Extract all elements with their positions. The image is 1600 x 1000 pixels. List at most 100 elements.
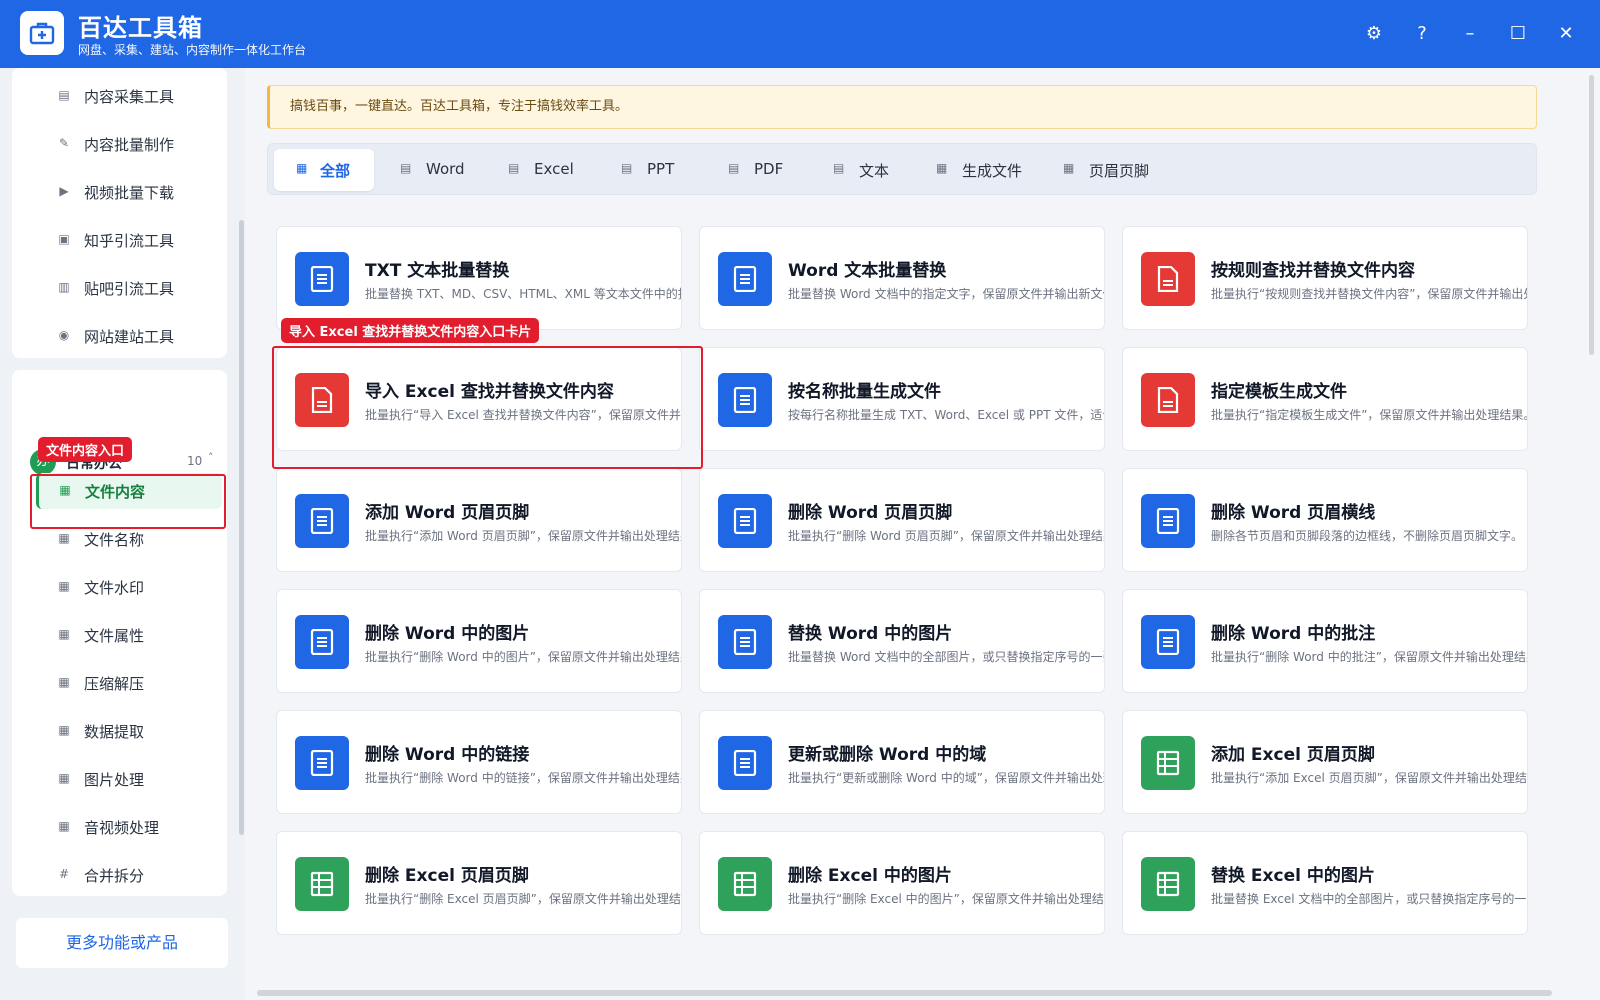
word-file-icon [718,373,772,427]
sidebar-annotation-tag: 文件内容入口 [38,437,133,462]
sidebar-highlight-box [30,474,226,529]
maximize-button[interactable]: ☐ [1504,20,1532,48]
sidebar-item-label: 内容采集工具 [84,88,175,106]
tab[interactable]: ▦ 全部 [274,149,374,191]
tool-card[interactable]: 删除 Excel 中的图片 批量执行“删除 Excel 中的图片”，保留原文件并输… [699,831,1105,935]
vertical-scrollbar[interactable] [1589,75,1594,355]
sidebar-item[interactable]: ▦ 文件水印 [26,569,216,605]
sidebar-item[interactable]: ▦ 压缩解压 [26,665,216,701]
close-button[interactable]: ✕ [1552,20,1580,48]
help-button[interactable]: ? [1408,20,1436,48]
word-file-icon [718,615,772,669]
tool-card[interactable]: 添加 Word 页眉页脚批量执行“添加 Word 页眉页脚”，保留原文件并输出处… [276,468,682,572]
excel-file-icon [1141,736,1195,790]
sidebar-item[interactable]: ▦ 音视频处理 [26,809,216,845]
tool-card[interactable]: 替换 Word 中的图片 批量替换 Word 文档中的全部图片，或只替换指定序号的… [699,589,1105,693]
card-description: 批量执行“更新或删除 Word 中的域”，保留原文件并输出处理结果 [788,771,1105,785]
tab[interactable]: ▤ PPT [621,149,701,191]
app-logo-icon [20,11,64,55]
word-file-icon [295,736,349,790]
card-title: 替换 Excel 中的图片 [1211,866,1375,886]
sidebar-item[interactable]: ✎ 内容批量制作 [26,126,216,162]
tool-card[interactable]: 替换 Excel 中的图片批量替换 Excel 文档中的全部图片，或只替换指定序… [1122,831,1528,935]
notice-banner: 搞钱百事，一键直达。百达工具箱，专注于搞钱效率工具。 [267,85,1537,129]
card-title: 添加 Word 页眉页脚 [365,503,530,523]
more-features-button[interactable]: 更多功能或产品 [16,918,228,968]
tab[interactable]: ▦ 页眉页脚 [1063,149,1173,191]
card-title: 删除 Word 页眉页脚 [788,503,953,523]
sidebar-item-label: 音视频处理 [84,819,160,837]
tab-label: PPT [647,160,675,178]
card-description: 批量执行“删除 Word 页眉页脚”，保留原文件并输出处理结果。 [788,529,1105,543]
sidebar-item[interactable]: ▥ 贴吧引流工具 [26,270,216,306]
tool-card[interactable]: 更新或删除 Word 中的域批量执行“更新或删除 Word 中的域”，保留原文件… [699,710,1105,814]
word-file-icon [1141,494,1195,548]
tab[interactable]: ▤ Excel [508,149,598,191]
sidebar-item[interactable]: ▦ 图片处理 [26,761,216,797]
tab-label: 文本 [859,162,890,180]
sidebar-item[interactable]: ◉ 网站建站工具 [26,318,216,354]
tool-card[interactable]: 删除 Word 中的批注 批量执行“删除 Word 中的批注”，保留原文件并输出处… [1122,589,1528,693]
sidebar-item-label: 文件名称 [84,531,145,549]
sidebar-item[interactable]: ▦ 文件属性 [26,617,216,653]
card-title: 删除 Word 页眉横线 [1211,503,1376,523]
card-description: 批量执行“指定模板生成文件”，保留原文件并输出处理结果。 [1211,408,1528,422]
tool-card[interactable]: 添加 Excel 页眉页脚 批量执行“添加 Excel 页眉页脚”，保留原文件并输… [1122,710,1528,814]
tab-label: 生成文件 [962,162,1023,180]
card-description: 删除各节页眉和页脚段落的边框线，不删除页眉页脚文字。 [1211,529,1524,543]
tool-card[interactable]: 删除 Word 中的链接 批量执行“删除 Word 中的链接”，保留原文件并输出处… [276,710,682,814]
sidebar-item[interactable]: ▦ 数据提取 [26,713,216,749]
grid-icon: ▦ [58,531,70,545]
tool-card[interactable]: 按规则查找并替换文件内容批量执行“按规则查找并替换文件内容”，保留原文件并输出处… [1122,226,1528,330]
sidebar-item-label: 图片处理 [84,771,145,789]
tool-card[interactable]: 指定模板生成文件批量执行“指定模板生成文件”，保留原文件并输出处理结果。 [1122,347,1528,451]
tool-card[interactable]: 删除 Word 页眉横线删除各节页眉和页脚段落的边框线，不删除页眉页脚文字。 [1122,468,1528,572]
grid-icon: ▦ [58,675,70,689]
tab-label: 页眉页脚 [1089,162,1150,180]
card-description: 按每行名称批量生成 TXT、Word、Excel 或 PPT 文件，适合批量 [788,408,1105,422]
sidebar-item[interactable]: # 合并拆分 [26,857,216,893]
card-description: 批量执行“添加 Word 页眉页脚”，保留原文件并输出处理结果。 [365,529,682,543]
excel-file-icon [1141,857,1195,911]
card-description: 批量执行“按规则查找并替换文件内容”，保留原文件并输出处理结果 [1211,287,1527,301]
tool-card[interactable]: Word 文本批量替换 批量替换 Word 文档中的指定文字，保留原文件并输出新文… [699,226,1105,330]
pdf-file-icon [1141,252,1195,306]
sidebar-item[interactable]: ▤ 内容采集工具 [26,78,216,114]
word-file-icon [295,252,349,306]
tab-label: 全部 [320,162,351,180]
tool-card[interactable]: 按名称批量生成文件 按每行名称批量生成 TXT、Word、Excel 或 PPT … [699,347,1105,451]
card-description: 批量执行“删除 Excel 页眉页脚”，保留原文件并输出处理结果。 [365,892,682,906]
pdf-file-icon [1141,373,1195,427]
tool-card[interactable]: 删除 Word 中的图片 批量执行“删除 Word 中的图片”，保留原文件并输出处… [276,589,682,693]
tab[interactable]: ▤ 文本 [833,149,913,191]
horizontal-scrollbar[interactable] [257,990,1552,996]
card-title: 指定模板生成文件 [1211,382,1347,402]
tab-icon: ▤ [728,161,740,175]
tool-card[interactable]: 删除 Excel 页眉页脚 批量执行“删除 Excel 页眉页脚”，保留原文件并输… [276,831,682,935]
sidebar-item-label: 知乎引流工具 [84,232,175,250]
tab-icon: ▤ [833,161,845,175]
sidebar-item[interactable]: ▶ 视频批量下载 [26,174,216,210]
tab[interactable]: ▤ PDF [728,149,808,191]
grid-icon: ▦ [58,723,70,737]
sidebar-scrollbar[interactable] [239,220,244,835]
card-description: 批量替换 Excel 文档中的全部图片，或只替换指定序号的一张图片 [1211,892,1528,906]
grid-icon: ▦ [58,579,70,593]
card-description: 批量执行“添加 Excel 页眉页脚”，保留原文件并输出处理结果。 [1211,771,1528,785]
sidebar-item-label: 文件属性 [84,627,145,645]
tab[interactable]: ▦ 生成文件 [936,149,1036,191]
tool-card[interactable]: TXT 文本批量替换 批量替换 TXT、MD、CSV、HTML、XML 等文本文件… [276,226,682,330]
chevron-up-icon[interactable]: ˄ [208,451,214,464]
card-title: 更新或删除 Word 中的域 [788,745,987,765]
word-file-icon [718,494,772,548]
tab-icon: ▦ [296,161,308,175]
tab[interactable]: ▤ Word [400,149,490,191]
video-icon: ▶ [59,184,69,198]
tool-card[interactable]: 删除 Word 页眉页脚批量执行“删除 Word 页眉页脚”，保留原文件并输出处… [699,468,1105,572]
minimize-button[interactable]: – [1456,20,1484,48]
sidebar-item-label: 合并拆分 [84,867,145,885]
sidebar-item[interactable]: ▣ 知乎引流工具 [26,222,216,258]
settings-button[interactable]: ⚙ [1360,20,1388,48]
card-title: 删除 Word 中的图片 [365,624,530,644]
tab-label: PDF [754,160,784,178]
